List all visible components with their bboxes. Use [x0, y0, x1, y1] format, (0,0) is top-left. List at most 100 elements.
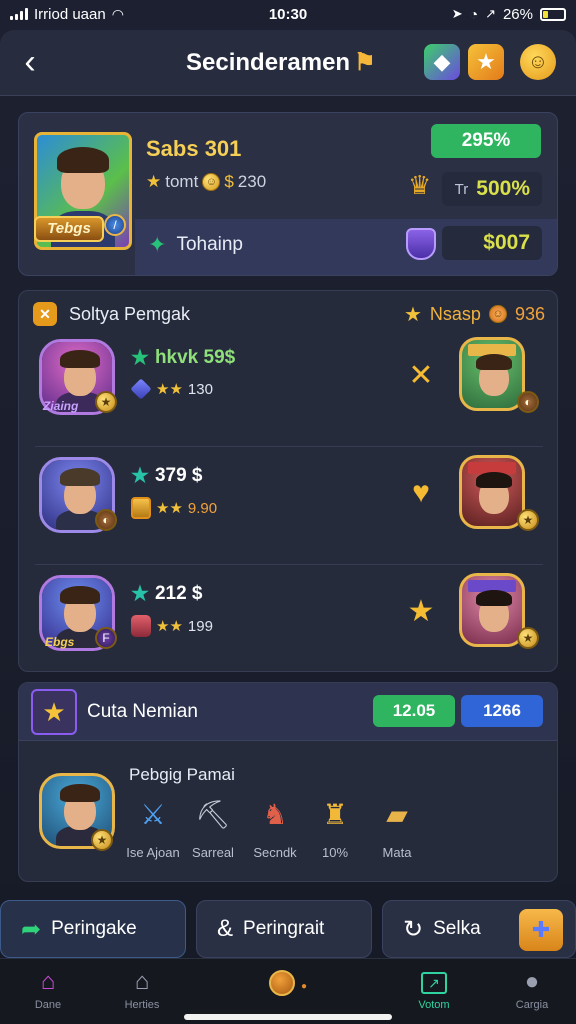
signal-icon: [10, 8, 28, 20]
stat-number-prefix: $: [224, 172, 234, 191]
tab-battle[interactable]: ●: [240, 967, 336, 997]
reward-item[interactable]: ▰ Mata: [369, 791, 425, 861]
carrier-label: Irriod uaan: [34, 5, 106, 23]
reward-item[interactable]: ♜ 10%: [307, 791, 363, 861]
row-sub: ★★ 9.90: [131, 497, 217, 519]
home-icon: ⌂: [40, 968, 56, 995]
opponent-rank-icon: ★: [517, 627, 539, 649]
reward-item[interactable]: ♞ Secndk: [247, 791, 303, 861]
gauntlet-icon: ⛏: [195, 798, 231, 830]
star-icon: ★: [146, 172, 162, 191]
list-item[interactable]: Ziaing ★ ★ hkvk 59$ ★★ 130 ✕ ◐: [19, 329, 559, 447]
row-title-text: 379 $: [154, 464, 203, 486]
select-button[interactable]: ↻ Selka ✚: [382, 900, 576, 958]
list-item[interactable]: Ebgs F ★ 212 $ ★★ 199 ★ ★: [19, 565, 559, 683]
ability-icon: ✦: [148, 232, 167, 257]
quest-title: Cuta Nemian: [87, 701, 198, 722]
player-name: Sabs 301: [146, 136, 242, 161]
battle-orb-icon: ●: [240, 967, 336, 997]
quest-subtitle: Pebgig Pamai: [129, 765, 235, 784]
tab-home[interactable]: ⌂ Dane: [0, 967, 96, 1011]
row-sub-value: 199: [187, 617, 213, 635]
house-icon: ⌂: [134, 968, 150, 995]
gem-shop-icon[interactable]: ◆: [424, 44, 460, 80]
stat-value: 230: [237, 172, 267, 191]
row-sub: ★★ 199: [131, 615, 213, 637]
percent-badge[interactable]: 295%: [431, 124, 541, 158]
rank-badge-icon: F: [95, 627, 117, 649]
row-sub-value: 130: [187, 380, 213, 398]
list-right-label: Nsasp: [429, 303, 481, 324]
select-button-label: Selka: [433, 918, 481, 939]
reward-item[interactable]: ⛏ Sarreal: [185, 791, 241, 861]
top-header: ‹ Secinderamen ⚑ ◆ ★ ☺: [0, 30, 576, 96]
reward-label: Ise Ajoan: [126, 845, 180, 860]
star-icon: ★★: [156, 618, 183, 635]
coin-icon: ☺: [202, 173, 221, 191]
list-header: ✕ Soltya Pemgak ★ Nsasp ☺ 936: [33, 299, 545, 329]
tab-profile[interactable]: ● Cargia: [484, 967, 576, 1011]
opponent-list-panel: ✕ Soltya Pemgak ★ Nsasp ☺ 936 Ziaing ★ ★…: [18, 290, 558, 672]
shield-value: $007: [483, 231, 530, 254]
list-star-icon: ★: [403, 303, 422, 326]
gold-bar-icon: [131, 497, 151, 519]
opponent-portrait[interactable]: [459, 455, 525, 529]
battery-icon: [540, 7, 566, 21]
row-title-text: 212 $: [154, 582, 203, 604]
row-sub: ★★ 130: [130, 378, 213, 400]
star-action-button[interactable]: ★: [401, 591, 441, 631]
upgrade-button[interactable]: ➦ Peringake: [0, 900, 186, 958]
level-badge-icon: /: [104, 214, 126, 236]
trophy-value-label: Tr: [454, 180, 469, 198]
refresh-icon: ↻: [403, 915, 424, 943]
rank-button[interactable]: & Peringrait: [196, 900, 372, 958]
gold-action-button[interactable]: ♥: [401, 473, 441, 513]
trophy-icon: ♛: [408, 170, 432, 200]
row-title: ★ hkvk 59$: [131, 345, 235, 370]
gold-ingot-icon: ▰: [386, 798, 408, 830]
ability-label: Tohainp: [176, 234, 243, 255]
chest-icon: ♜: [322, 798, 348, 830]
list-right-value: 936: [514, 303, 545, 324]
battle-button[interactable]: ✕: [401, 355, 441, 395]
row-star-icon: ★: [131, 465, 149, 487]
emoji-menu-icon[interactable]: ☺: [520, 44, 556, 80]
quest-panel: ★ Cuta Nemian 12.05 1266 ★ Pebgig Pamai …: [18, 682, 558, 882]
sword-icon: ⚔: [140, 798, 166, 830]
alarm-icon: ◔: [469, 6, 479, 22]
avatar-tag: Ziaing: [43, 399, 79, 413]
page-title: Secinderamen ⚑: [186, 48, 376, 77]
row-star-icon: ★: [131, 347, 149, 369]
quest-blue-pill[interactable]: 1266: [461, 695, 543, 727]
quest-avatar-badge-icon: ★: [91, 829, 113, 851]
list-item[interactable]: ◐ ★ 379 $ ★★ 9.90 ♥ ★: [19, 447, 559, 565]
trophy-value-box: Tr 500%: [442, 172, 542, 206]
chart-icon: ↗: [386, 967, 482, 997]
arrow-icon: ➦: [21, 915, 42, 943]
row-title: ★ 379 $: [131, 463, 202, 488]
row-title: ★ 212 $: [131, 581, 202, 606]
row-star-icon: ★: [131, 583, 149, 605]
reward-label: 10%: [321, 845, 349, 860]
gem-icon: [130, 378, 152, 400]
star-icon: ★★: [156, 381, 183, 398]
action-buttons: ➦ Peringake & Peringrait ↻ Selka ✚: [0, 900, 576, 958]
tab-heroes[interactable]: ⌂ Herties: [94, 967, 190, 1011]
shield-value-box: $007: [442, 226, 542, 260]
opponent-rank-icon: ★: [517, 509, 539, 531]
battery-percent: 26%: [502, 5, 533, 23]
page-title-text: Secinderamen: [186, 49, 351, 76]
rewards-icon[interactable]: ★: [468, 44, 504, 80]
stat-label: tomt: [165, 172, 199, 191]
quest-green-pill[interactable]: 12.05: [373, 695, 455, 727]
list-coin-icon: ☺: [488, 305, 507, 323]
player-plate: Tebgs: [34, 216, 104, 242]
opponent-portrait[interactable]: [459, 573, 525, 647]
reward-item[interactable]: ⚔ Ise Ajoan: [125, 791, 181, 861]
gift-icon[interactable]: ✚: [519, 909, 563, 951]
tab-votes[interactable]: ↗ Votom: [386, 967, 482, 1011]
shield-icon: [406, 228, 436, 260]
opponent-portrait[interactable]: [459, 337, 525, 411]
quest-icon: ★: [31, 689, 77, 735]
back-button[interactable]: ‹: [0, 33, 60, 93]
